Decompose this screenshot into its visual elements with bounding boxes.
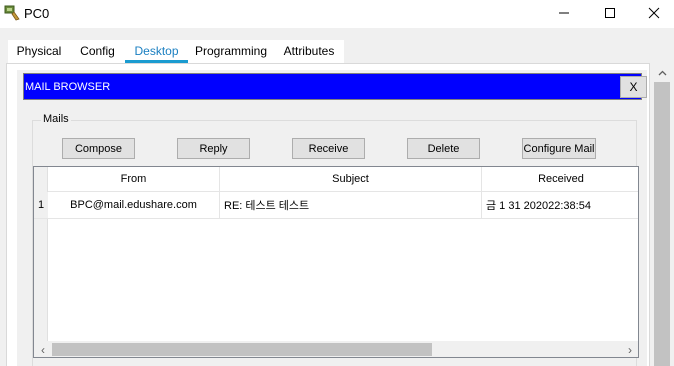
delete-button[interactable]: Delete <box>407 138 480 159</box>
vertical-scrollbar[interactable] <box>650 63 674 366</box>
tab-physical[interactable]: Physical <box>8 40 70 63</box>
horizontal-scrollbar[interactable]: ‹ › <box>34 341 638 357</box>
column-header-subject[interactable]: Subject <box>220 167 482 192</box>
scroll-right-icon[interactable]: › <box>622 341 638 357</box>
table-row[interactable]: 1 BPC@mail.edushare.com RE: 테스트 테스트 금 1 … <box>34 192 638 219</box>
configure-mail-button[interactable]: Configure Mail <box>522 138 596 159</box>
tab-desktop[interactable]: Desktop <box>125 40 188 63</box>
mail-table: From Subject Received 1 BPC@mail.edushar… <box>33 166 639 358</box>
close-window-button[interactable] <box>633 0 674 26</box>
minimize-icon <box>559 12 569 14</box>
title-bar: PC0 <box>0 0 674 28</box>
mail-browser-title: MAIL BROWSER <box>25 81 111 93</box>
compose-button[interactable]: Compose <box>62 138 135 159</box>
mail-browser-app: MAIL BROWSER X Mails Compose Reply Recei… <box>17 70 647 366</box>
maximize-icon <box>605 8 615 18</box>
scroll-left-icon[interactable]: ‹ <box>36 341 50 357</box>
column-header-from[interactable]: From <box>48 167 220 192</box>
row-number: 1 <box>34 192 48 218</box>
desktop-panel: MAIL BROWSER X Mails Compose Reply Recei… <box>6 63 650 366</box>
network-device-icon <box>3 4 21 22</box>
mail-browser-header: MAIL BROWSER X <box>23 73 647 100</box>
minimize-button[interactable] <box>541 0 587 26</box>
content-area: MAIL BROWSER X Mails Compose Reply Recei… <box>0 63 674 366</box>
maximize-button[interactable] <box>587 0 633 26</box>
mails-group-label: Mails <box>41 113 71 125</box>
reply-button[interactable]: Reply <box>177 138 250 159</box>
scroll-up-icon[interactable] <box>654 65 670 81</box>
vertical-scroll-thumb[interactable] <box>654 82 670 366</box>
tab-programming[interactable]: Programming <box>188 40 274 63</box>
column-header-received[interactable]: Received <box>482 167 638 192</box>
cell-received: 금 1 31 202022:38:54 <box>486 200 591 212</box>
close-icon <box>648 7 659 19</box>
horizontal-scroll-thumb[interactable] <box>52 343 432 356</box>
window-title: PC0 <box>24 6 50 21</box>
tab-strip: Physical Config Desktop Programming Attr… <box>0 28 674 63</box>
receive-button[interactable]: Receive <box>292 138 365 159</box>
tab-config[interactable]: Config <box>70 40 125 63</box>
close-mail-browser-button[interactable]: X <box>620 76 647 98</box>
cell-subject: RE: 테스트 테스트 <box>220 192 482 218</box>
cell-from: BPC@mail.edushare.com <box>48 192 220 218</box>
tab-attributes[interactable]: Attributes <box>274 40 344 63</box>
